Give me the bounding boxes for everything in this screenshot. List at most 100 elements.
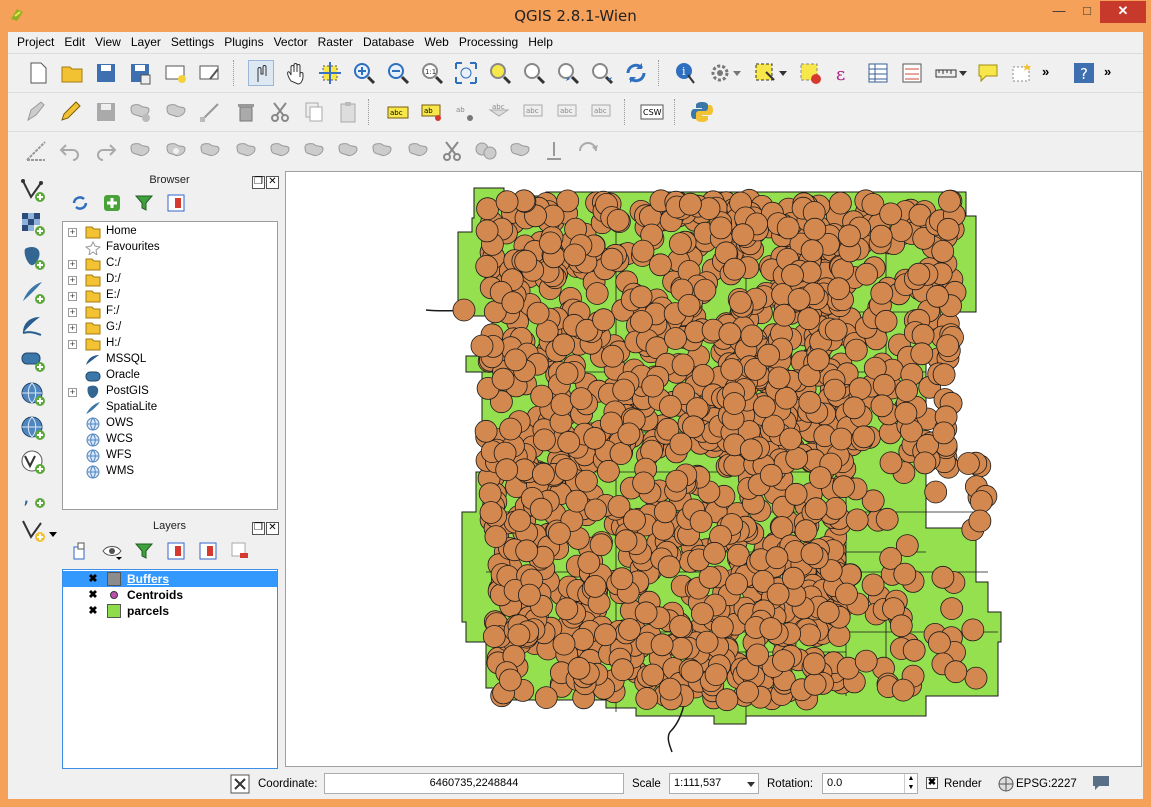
close-panel-button[interactable]: ✕ <box>266 522 279 535</box>
menu-help[interactable]: Help <box>523 32 558 53</box>
menu-view[interactable]: View <box>90 32 126 53</box>
run-feature-action-icon[interactable] <box>708 61 732 85</box>
label-highlight-icon[interactable]: ab <box>454 100 478 124</box>
add-wfs-layer-icon[interactable] <box>20 449 46 475</box>
expand-toggle[interactable]: + <box>68 308 77 317</box>
label-show-hide-icon[interactable]: abc <box>488 100 512 124</box>
browser-item[interactable]: + C:/ <box>63 256 277 272</box>
expand-toggle[interactable]: + <box>68 260 77 269</box>
toolbar-overflow-icon[interactable]: » <box>1042 64 1049 79</box>
close-panel-button[interactable]: ✕ <box>266 176 279 189</box>
browser-item[interactable]: WFS <box>63 448 277 464</box>
expand-all-icon[interactable] <box>166 541 186 561</box>
new-bookmark-icon[interactable] <box>1010 61 1034 85</box>
menu-plugins[interactable]: Plugins <box>219 32 268 53</box>
menu-layer[interactable]: Layer <box>126 32 166 53</box>
crs-label[interactable]: EPSG:2227 <box>1016 778 1077 790</box>
label-rotate-icon[interactable]: abc <box>556 100 580 124</box>
browser-item[interactable]: + G:/ <box>63 320 277 336</box>
toggle-extents-icon[interactable] <box>230 774 250 794</box>
zoom-last-icon[interactable] <box>556 61 580 85</box>
save-layer-edits-icon[interactable] <box>94 100 118 124</box>
identify-features-icon[interactable]: i <box>674 61 698 85</box>
chevron-down-icon[interactable] <box>778 61 788 85</box>
delete-part-icon[interactable] <box>302 139 326 163</box>
measure-line-icon[interactable] <box>934 61 958 85</box>
layer-row-centroids[interactable]: ✖ Centroids <box>63 587 277 603</box>
attribute-table-icon[interactable] <box>866 61 890 85</box>
layer-visibility-checkbox[interactable]: ✖ <box>87 589 99 601</box>
browser-item[interactable]: + D:/ <box>63 272 277 288</box>
copy-features-icon[interactable] <box>302 100 326 124</box>
label-properties-icon[interactable]: abc <box>590 100 614 124</box>
offset-curve-icon[interactable] <box>370 139 394 163</box>
chevron-down-icon[interactable] <box>746 779 756 789</box>
browser-item[interactable]: MSSQL <box>63 352 277 368</box>
rotation-spinner-arrows[interactable]: ▲ ▼ <box>904 774 917 793</box>
add-feature-icon[interactable] <box>128 100 152 124</box>
chevron-down-icon[interactable] <box>958 61 968 85</box>
new-project-icon[interactable] <box>26 61 50 85</box>
help-icon[interactable]: ? <box>1072 61 1096 85</box>
layer-row-parcels[interactable]: ✖ parcels <box>63 603 277 619</box>
merge-features-icon[interactable] <box>474 139 498 163</box>
zoom-native-resolution-icon[interactable]: 1:1 <box>420 61 444 85</box>
split-features-icon[interactable] <box>406 139 430 163</box>
browser-item[interactable]: + Home <box>63 224 277 240</box>
python-console-icon[interactable] <box>690 100 714 124</box>
expand-toggle[interactable]: + <box>68 276 77 285</box>
manage-visibility-icon[interactable] <box>102 541 122 561</box>
delete-ring-icon[interactable] <box>268 139 292 163</box>
layer-visibility-checkbox[interactable]: ✖ <box>87 605 99 617</box>
browser-item[interactable]: WCS <box>63 432 277 448</box>
filter-legend-icon[interactable] <box>134 541 154 561</box>
split-parts-icon[interactable] <box>440 139 464 163</box>
scale-combobox[interactable]: 1:111,537 <box>669 773 759 794</box>
paste-features-icon[interactable] <box>336 100 360 124</box>
save-as-icon[interactable] <box>128 61 152 85</box>
advanced-digitizing-icon[interactable] <box>24 139 48 163</box>
coordinate-field[interactable]: 6460735,2248844 <box>324 773 624 794</box>
messages-icon[interactable] <box>1091 774 1111 792</box>
map-canvas[interactable] <box>285 171 1142 767</box>
layer-row-buffers[interactable]: ✖ Buffers <box>63 571 277 587</box>
add-mssql-layer-icon[interactable] <box>20 313 46 339</box>
add-part-icon[interactable] <box>198 139 222 163</box>
expand-toggle[interactable]: + <box>68 228 77 237</box>
statistical-summary-icon[interactable] <box>900 61 924 85</box>
rotate-point-symbols-icon[interactable] <box>542 139 566 163</box>
redo-icon[interactable] <box>94 139 118 163</box>
browser-tree[interactable]: + Home Favourites + C:/ + D:/ + E:/ + F:/ + G:/ + H:/ M… <box>62 221 278 510</box>
render-checkbox[interactable]: ✖ <box>926 777 938 789</box>
zoom-out-icon[interactable] <box>386 61 410 85</box>
browser-item[interactable]: WMS <box>63 464 277 480</box>
browser-item[interactable]: Oracle <box>63 368 277 384</box>
browser-item[interactable]: OWS <box>63 416 277 432</box>
crs-globe-icon[interactable] <box>998 776 1014 792</box>
collapse-all-icon[interactable] <box>198 541 218 561</box>
deselect-features-icon[interactable] <box>798 61 822 85</box>
expand-toggle[interactable]: + <box>68 292 77 301</box>
new-shapefile-layer-icon[interactable] <box>20 517 46 543</box>
filter-icon[interactable] <box>134 193 154 213</box>
map-tips-icon[interactable] <box>976 61 1000 85</box>
save-project-icon[interactable] <box>94 61 118 85</box>
layer-visibility-checkbox[interactable]: ✖ <box>87 573 99 585</box>
menu-web[interactable]: Web <box>419 32 453 53</box>
add-selected-layers-icon[interactable] <box>102 193 122 213</box>
zoom-to-selection-icon[interactable] <box>488 61 512 85</box>
expand-toggle[interactable]: + <box>68 324 77 333</box>
expand-toggle[interactable]: + <box>68 340 77 349</box>
add-ring-icon[interactable] <box>164 139 188 163</box>
select-by-expression-icon[interactable]: ε <box>832 61 856 85</box>
menu-project[interactable]: Project <box>12 32 59 53</box>
cut-features-icon[interactable] <box>268 100 292 124</box>
node-tool-icon[interactable] <box>198 100 222 124</box>
menu-settings[interactable]: Settings <box>166 32 219 53</box>
composer-manager-icon[interactable] <box>198 61 222 85</box>
browser-item[interactable]: + E:/ <box>63 288 277 304</box>
rotate-feature-icon[interactable] <box>576 139 600 163</box>
delete-selected-icon[interactable] <box>234 100 258 124</box>
add-delimited-text-layer-icon[interactable]: , <box>20 483 46 509</box>
open-project-icon[interactable] <box>60 61 84 85</box>
